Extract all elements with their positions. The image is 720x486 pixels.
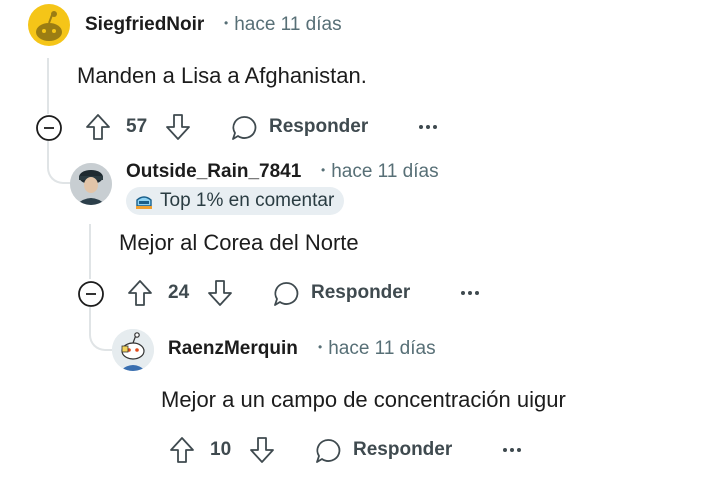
more-options-icon[interactable] bbox=[460, 286, 480, 300]
vote-score: 57 bbox=[126, 116, 148, 137]
speech-bubble-icon[interactable] bbox=[230, 114, 258, 142]
timestamp-text: hace 11 días bbox=[234, 14, 342, 35]
reply-button[interactable]: Responder bbox=[353, 439, 452, 461]
timestamp-text: hace 11 días bbox=[331, 161, 439, 182]
downvote-icon[interactable] bbox=[249, 436, 275, 464]
downvote-icon[interactable] bbox=[165, 113, 191, 141]
vote-score: 24 bbox=[168, 282, 190, 303]
comment-timestamp: • hace 11 días bbox=[318, 338, 436, 359]
timestamp-text: hace 11 días bbox=[328, 338, 436, 359]
avatar-siegfriednoir[interactable] bbox=[28, 4, 70, 46]
thread-connector-1 bbox=[47, 140, 71, 184]
comment-author[interactable]: SiegfriedNoir bbox=[85, 14, 204, 36]
comment-author[interactable]: RaenzMerquin bbox=[168, 338, 298, 360]
collapse-icon[interactable] bbox=[77, 280, 105, 308]
badge-label: Top 1% en comentar bbox=[160, 190, 335, 211]
avatar-outside-rain[interactable] bbox=[70, 163, 112, 205]
thread-line-1 bbox=[47, 58, 49, 114]
comment-body: Mejor a un campo de concentración uigur bbox=[161, 387, 566, 412]
upvote-icon[interactable] bbox=[85, 113, 111, 141]
comment-author[interactable]: Outside_Rain_7841 bbox=[126, 161, 301, 183]
more-options-icon[interactable] bbox=[418, 120, 438, 134]
speech-bubble-icon[interactable] bbox=[272, 280, 300, 308]
comment-body: Mejor al Corea del Norte bbox=[119, 230, 359, 255]
vote-score: 10 bbox=[210, 439, 232, 460]
speech-bubble-icon[interactable] bbox=[314, 437, 342, 465]
upvote-icon[interactable] bbox=[127, 279, 153, 307]
reply-button[interactable]: Responder bbox=[311, 282, 410, 304]
top-commenter-icon bbox=[134, 192, 154, 210]
reply-button[interactable]: Responder bbox=[269, 116, 368, 138]
more-options-icon[interactable] bbox=[502, 443, 522, 457]
collapse-icon[interactable] bbox=[35, 114, 63, 142]
avatar-raenzmerquin[interactable] bbox=[112, 329, 154, 371]
achievement-badge[interactable]: Top 1% en comentar bbox=[126, 187, 345, 215]
thread-line-2 bbox=[89, 224, 91, 279]
comment-timestamp: • hace 11 días bbox=[321, 161, 439, 182]
comment-timestamp: • hace 11 días bbox=[224, 14, 342, 35]
upvote-icon[interactable] bbox=[169, 436, 195, 464]
comment-body: Manden a Lisa a Afghanistan. bbox=[77, 63, 367, 88]
downvote-icon[interactable] bbox=[207, 279, 233, 307]
thread-connector-2 bbox=[89, 307, 113, 351]
